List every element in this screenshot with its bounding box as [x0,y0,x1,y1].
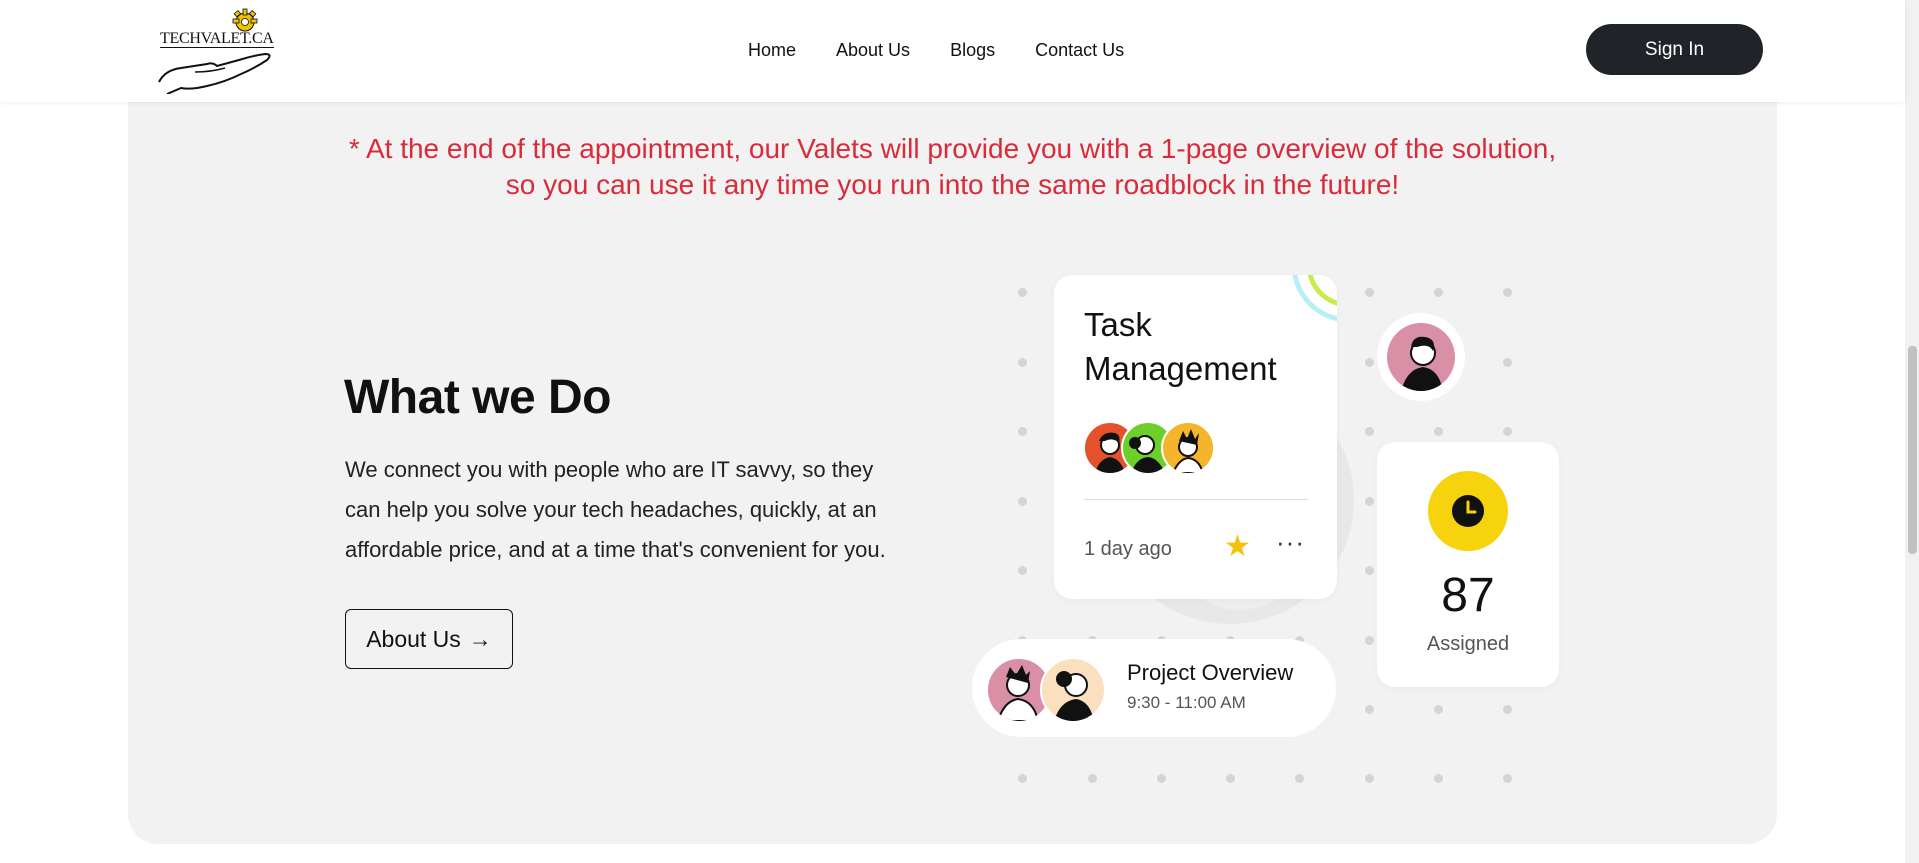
decorative-dot [1365,358,1374,367]
decorative-dot [1018,774,1027,783]
decorative-dot [1365,774,1374,783]
task-card-title: Task Management [1084,306,1277,387]
decorative-dot [1503,705,1512,714]
about-us-button[interactable]: About Us → [345,609,513,669]
logo-text: TECHVALET.CA [160,30,274,48]
decorative-dot [1018,427,1027,436]
project-time: 9:30 - 11:00 AM [1127,693,1246,712]
arrow-right-icon: → [468,625,492,652]
description-line: can help you solve your tech headaches, … [345,497,877,522]
decorative-dot [1088,774,1097,783]
decorative-dot [1434,288,1443,297]
user-avatar [1377,313,1465,401]
decorative-dot [1226,774,1235,783]
task-management-card: Task Management 1 day ago ★ ··· [1054,275,1337,599]
assigned-label: Assigned [1426,633,1510,655]
card-divider [1084,499,1308,500]
note-line-1: * At the end of the appointment, our Val… [348,133,1557,164]
decorative-dot [1157,774,1166,783]
decorative-dot [1018,497,1027,506]
description-line: affordable price, and at a time that's c… [345,537,886,562]
nav-blogs[interactable]: Blogs [950,38,995,62]
avatar [1161,421,1215,475]
decorative-dot [1503,774,1512,783]
nav-home[interactable]: Home [748,38,796,62]
decorative-dot [1018,358,1027,367]
note-line-2: so you can use it any time you run into … [505,169,1400,200]
decorative-dot [1018,288,1027,297]
assigned-count: 87 [1441,569,1495,622]
more-dots-icon[interactable]: ··· [1276,527,1305,557]
section-title: What we Do [344,371,612,424]
site-header: TECHVALET.CA Home About Us Blogs Contact… [0,0,1905,102]
nav-about-us[interactable]: About Us [836,38,910,62]
main-nav: Home About Us Blogs Contact Us [748,38,1164,62]
description-line: We connect you with people who are IT sa… [345,457,874,482]
avatar [1040,657,1106,723]
decorative-dot [1365,705,1374,714]
nav-contact-us[interactable]: Contact Us [1035,38,1124,62]
appointment-note: * At the end of the appointment, our Val… [0,131,1905,203]
decorative-dot [1365,636,1374,645]
decorative-dot [1503,288,1512,297]
star-icon[interactable]: ★ [1224,531,1251,563]
decorative-dot [1503,358,1512,367]
decorative-dot [1434,705,1443,714]
project-title: Project Overview [1127,660,1294,685]
section-description: We connect you with people who are IT sa… [345,450,945,570]
logo-graphic [158,8,271,94]
decorative-dot [1365,288,1374,297]
decorative-dot [1365,427,1374,436]
decorative-dot [1365,566,1374,575]
assigned-card: 87 Assigned [1377,442,1559,687]
project-overview-card: Project Overview 9:30 - 11:00 AM [972,639,1336,737]
about-us-label: About Us [366,625,461,652]
decorative-dot [1018,566,1027,575]
decorative-dot [1434,427,1443,436]
sign-in-button[interactable]: Sign In [1586,24,1763,75]
scrollbar[interactable] [1905,0,1919,863]
decorative-dot [1365,497,1374,506]
scrollbar-thumb[interactable] [1908,346,1917,554]
team-avatars [1083,421,1215,475]
decorative-dot [1434,774,1443,783]
decorative-dot [1503,427,1512,436]
clock-icon [1428,471,1508,551]
hand-gear-logo[interactable]: TECHVALET.CA [155,6,285,94]
decorative-dot [1295,774,1304,783]
time-ago: 1 day ago [1084,538,1172,560]
